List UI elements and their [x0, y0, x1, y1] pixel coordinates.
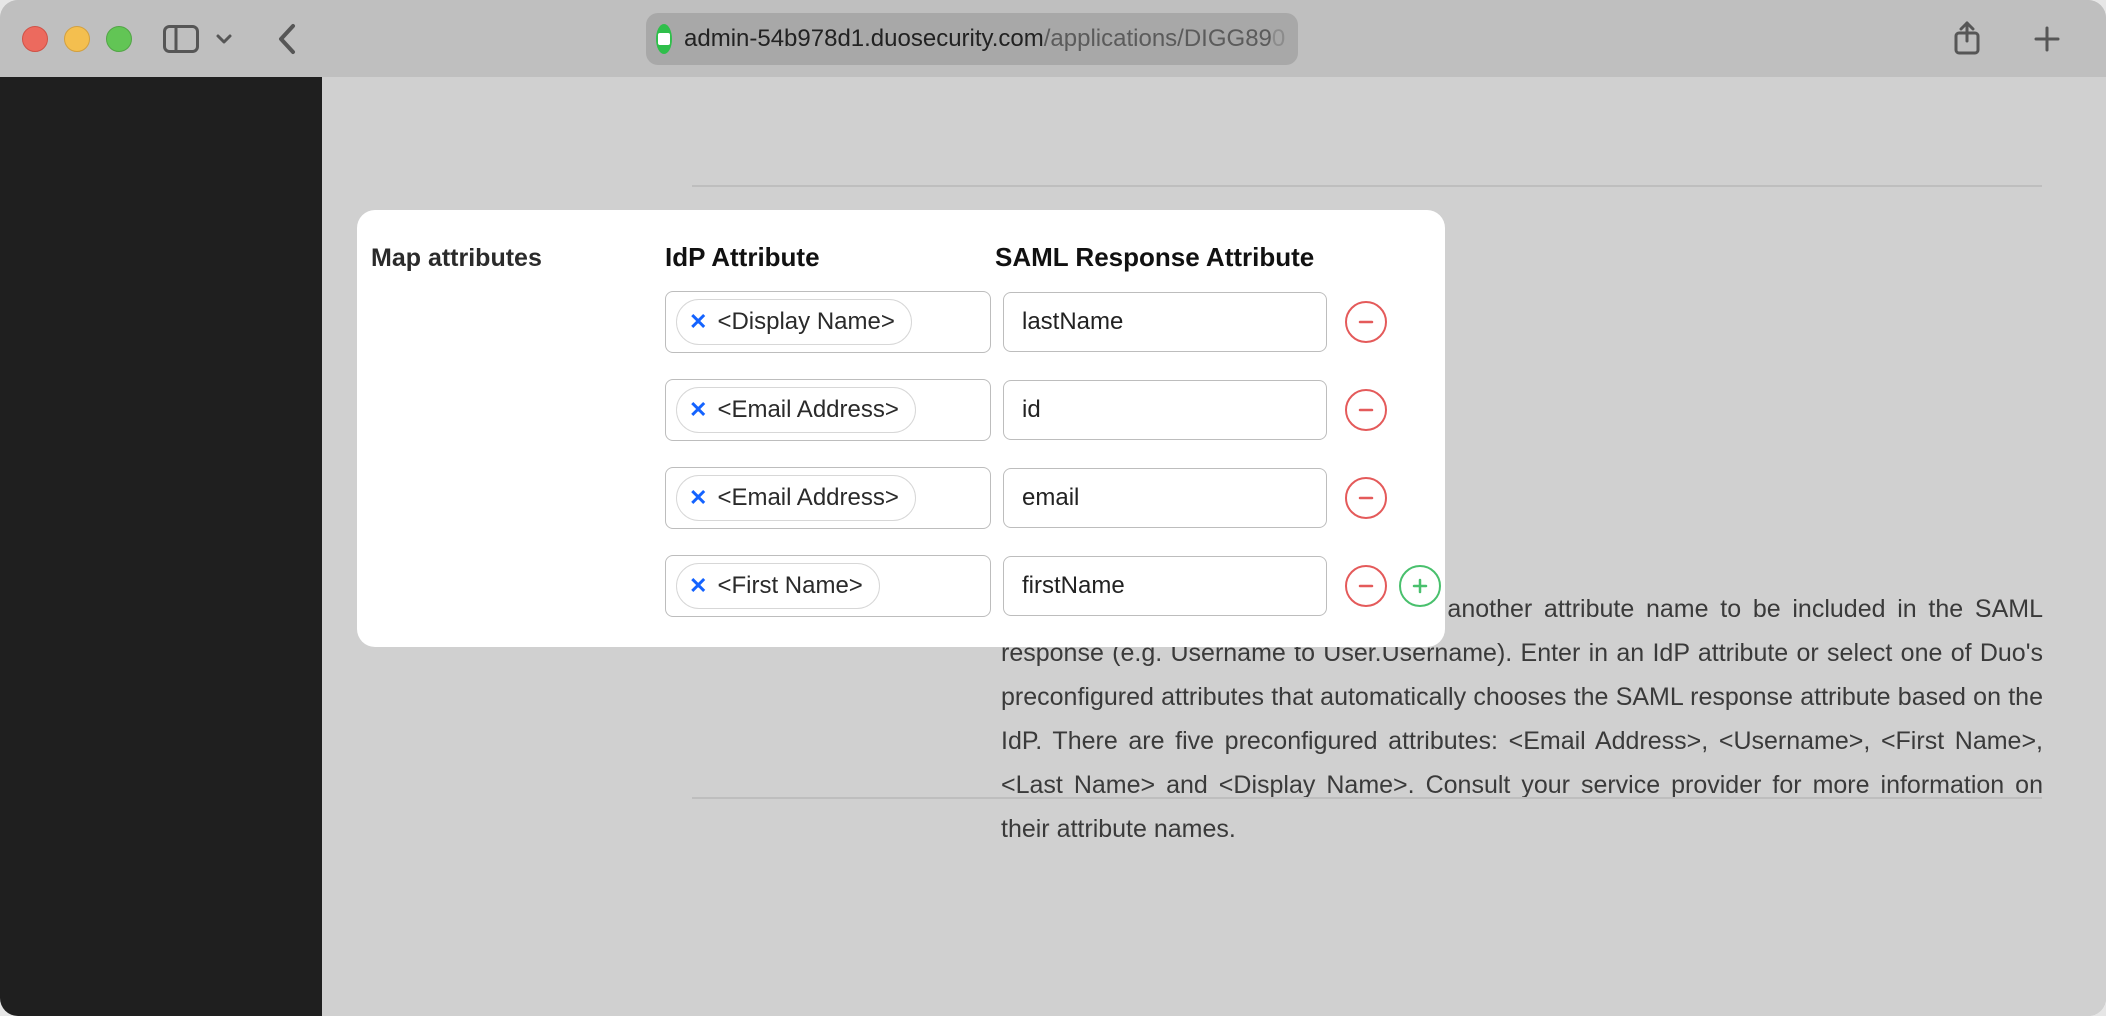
idp-attribute-input[interactable]: ✕ <Display Name> — [665, 291, 991, 353]
attribute-row: ✕ <First Name> — [665, 555, 1445, 617]
idp-attribute-chip-label: <Email Address> — [717, 396, 898, 424]
remove-row-button[interactable] — [1345, 389, 1387, 431]
idp-attribute-input[interactable]: ✕ <Email Address> — [665, 467, 991, 529]
row-actions — [1339, 477, 1449, 519]
attribute-row: ✕ <Email Address> — [665, 467, 1445, 529]
remove-chip-icon[interactable]: ✕ — [689, 399, 707, 421]
remove-row-button[interactable] — [1345, 301, 1387, 343]
share-button[interactable] — [1944, 16, 1990, 62]
idp-attribute-chip-label: <Email Address> — [717, 484, 898, 512]
back-button[interactable] — [264, 16, 310, 62]
saml-response-attribute-input[interactable] — [1003, 468, 1327, 528]
saml-response-attribute-input[interactable] — [1003, 292, 1327, 352]
idp-attribute-chip[interactable]: ✕ <Email Address> — [676, 475, 916, 521]
sidebar-toggle-button[interactable] — [158, 16, 204, 62]
row-actions — [1339, 301, 1449, 343]
remove-row-button[interactable] — [1345, 565, 1387, 607]
saml-response-attribute-input[interactable] — [1003, 556, 1327, 616]
idp-attribute-input[interactable]: ✕ <Email Address> — [665, 379, 991, 441]
divider — [692, 185, 2042, 187]
new-tab-button[interactable] — [2024, 16, 2070, 62]
map-attributes-panel: Map attributes IdP Attribute SAML Respon… — [357, 210, 1445, 647]
idp-attribute-chip-label: <First Name> — [717, 572, 862, 600]
row-actions — [1339, 565, 1449, 607]
remove-chip-icon[interactable]: ✕ — [689, 487, 707, 509]
window-zoom-button[interactable] — [106, 26, 132, 52]
toolbar-right — [1944, 16, 2084, 62]
app-sidebar — [0, 77, 322, 1016]
remove-chip-icon[interactable]: ✕ — [689, 575, 707, 597]
sidebar-controls — [158, 16, 238, 62]
idp-attribute-chip-label: <Display Name> — [717, 308, 894, 336]
address-host: admin-54b978d1.duosecurity.com — [684, 25, 1044, 52]
address-path: /applications/DIGG89 — [1044, 25, 1272, 52]
idp-attribute-chip[interactable]: ✕ <Display Name> — [676, 299, 912, 345]
site-identity-icon — [656, 24, 672, 54]
idp-column-header: IdP Attribute — [665, 234, 995, 291]
browser-toolbar: admin-54b978d1.duosecurity.com/applicati… — [0, 0, 2106, 77]
divider — [692, 797, 2042, 799]
window-close-button[interactable] — [22, 26, 48, 52]
address-bar[interactable]: admin-54b978d1.duosecurity.com/applicati… — [646, 13, 1298, 65]
tab-group-menu-button[interactable] — [210, 16, 238, 62]
browser-window: admin-54b978d1.duosecurity.com/applicati… — [0, 0, 2106, 1016]
saml-column-header: SAML Response Attribute — [995, 234, 1333, 291]
window-minimize-button[interactable] — [64, 26, 90, 52]
section-title: Map attributes — [357, 234, 665, 291]
saml-response-attribute-input[interactable] — [1003, 380, 1327, 440]
attribute-row: ✕ <Email Address> — [665, 379, 1445, 441]
idp-attribute-input[interactable]: ✕ <First Name> — [665, 555, 991, 617]
idp-attribute-chip[interactable]: ✕ <First Name> — [676, 563, 880, 609]
address-truncated: 0 — [1272, 25, 1285, 52]
page-content: Map the values of an IdP attribute to an… — [0, 77, 2106, 1016]
add-row-button[interactable] — [1399, 565, 1441, 607]
idp-attribute-chip[interactable]: ✕ <Email Address> — [676, 387, 916, 433]
attribute-row: ✕ <Display Name> — [665, 291, 1445, 353]
remove-chip-icon[interactable]: ✕ — [689, 311, 707, 333]
attribute-rows: ✕ <Display Name> ✕ <Email Address> ✕ <Email A… — [665, 291, 1445, 617]
address-text: admin-54b978d1.duosecurity.com/applicati… — [684, 25, 1285, 53]
window-controls — [22, 26, 132, 52]
remove-row-button[interactable] — [1345, 477, 1387, 519]
row-actions — [1339, 389, 1449, 431]
